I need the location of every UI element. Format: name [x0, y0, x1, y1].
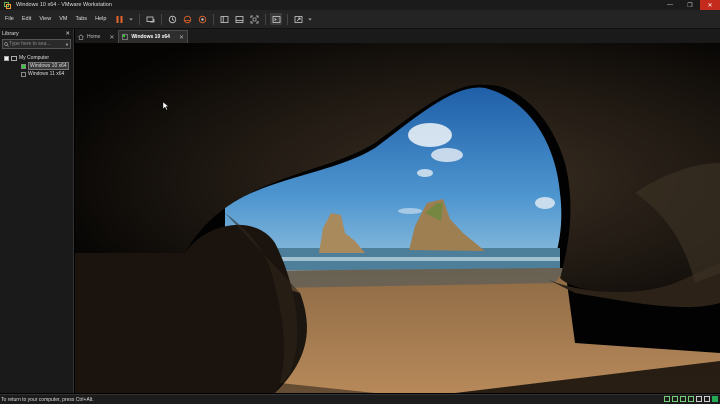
- revert-snapshot-icon: [183, 15, 192, 23]
- tab-windows-10[interactable]: Windows 10 x64 ✕: [118, 30, 188, 43]
- window-controls: — ❐ ✕: [660, 0, 720, 10]
- usb-icon[interactable]: [688, 396, 694, 402]
- toolbar-divider: [138, 13, 140, 25]
- tree-item-label: Windows 11 x64: [28, 71, 65, 77]
- tree-item-label: Windows 10 x64: [28, 62, 69, 70]
- tree-root-label: My Computer: [19, 55, 50, 61]
- tab-label: Home: [87, 34, 101, 40]
- cd-dvd-icon[interactable]: [672, 396, 678, 402]
- menu-edit[interactable]: Edit: [19, 16, 34, 22]
- snapshot-icon: [168, 15, 177, 23]
- library-view-icon: [220, 15, 229, 23]
- vm-tree: My Computer Windows 10 x64 Windows 11 x6…: [0, 54, 73, 78]
- console-view-button[interactable]: [270, 13, 283, 25]
- device-tray: [662, 396, 718, 402]
- unity-icon: [294, 15, 303, 23]
- status-bar: To return to your computer, press Ctrl+A…: [0, 394, 720, 404]
- library-close-button[interactable]: ✕: [65, 31, 70, 37]
- manage-snapshots-button[interactable]: [196, 13, 208, 25]
- library-search-input[interactable]: Type here to sea... ▼: [2, 39, 71, 49]
- revert-snapshot-button[interactable]: [181, 13, 193, 25]
- vm-icon: [21, 71, 26, 77]
- thumbnail-bar-button[interactable]: [233, 13, 245, 25]
- tab-close-button[interactable]: ✕: [109, 34, 114, 41]
- minimize-button[interactable]: —: [660, 0, 680, 10]
- pause-icon: [116, 15, 123, 23]
- library-header: Library ✕: [0, 29, 73, 38]
- network-adapter-icon[interactable]: [680, 396, 686, 402]
- menu-view[interactable]: View: [36, 16, 54, 22]
- chevron-down-icon[interactable]: ▼: [64, 42, 70, 47]
- collapse-toggle[interactable]: [4, 55, 9, 61]
- window-title: Windows 10 x64 - VMware Workstation: [16, 2, 112, 8]
- toolbar-divider: [286, 13, 288, 25]
- maximize-button[interactable]: ❐: [680, 0, 700, 10]
- pause-button[interactable]: [113, 13, 125, 25]
- display-icon[interactable]: [704, 396, 710, 402]
- full-screen-icon: [250, 15, 259, 23]
- menu-help[interactable]: Help: [92, 16, 109, 22]
- tree-item-windows-10[interactable]: Windows 10 x64: [0, 62, 73, 70]
- search-placeholder: Type here to sea...: [9, 41, 51, 47]
- tab-home[interactable]: Home ✕: [75, 31, 117, 43]
- title-bar: Windows 10 x64 - VMware Workstation — ❐ …: [0, 0, 720, 10]
- menu-vm[interactable]: VM: [56, 16, 70, 22]
- tree-root[interactable]: My Computer: [0, 54, 73, 62]
- snapshot-button[interactable]: [166, 13, 178, 25]
- unity-dropdown[interactable]: [307, 13, 313, 25]
- tab-close-button[interactable]: ✕: [179, 34, 184, 41]
- library-view-button[interactable]: [218, 13, 230, 25]
- chevron-down-icon: [308, 18, 313, 20]
- vm-running-icon: [21, 63, 26, 69]
- toolbar-divider: [212, 13, 214, 25]
- chevron-down-icon: [129, 18, 134, 20]
- send-ctrl-alt-del-icon: [146, 16, 155, 22]
- message-log-icon[interactable]: [712, 396, 718, 402]
- toolbar-divider: [160, 13, 162, 25]
- status-message: To return to your computer, press Ctrl+A…: [1, 397, 94, 403]
- sound-card-icon[interactable]: [696, 396, 702, 402]
- thumbnail-bar-icon: [235, 15, 244, 23]
- vmware-app-icon: [4, 1, 11, 9]
- menu-tabs[interactable]: Tabs: [72, 16, 90, 22]
- tree-item-windows-11[interactable]: Windows 11 x64: [0, 70, 73, 78]
- library-title: Library: [2, 30, 19, 37]
- unity-button[interactable]: [292, 13, 304, 25]
- close-button[interactable]: ✕: [700, 0, 720, 10]
- menu-toolbar-bar: File Edit View VM Tabs Help: [0, 10, 720, 29]
- library-panel: Library ✕ Type here to sea... ▼ My Compu…: [0, 29, 74, 393]
- hard-disk-icon[interactable]: [664, 396, 670, 402]
- manage-snapshots-icon: [198, 15, 207, 23]
- tab-label: Windows 10 x64: [131, 34, 170, 40]
- send-ctrl-alt-del-button[interactable]: [144, 13, 156, 25]
- vm-tab-icon: [122, 34, 129, 40]
- console-view-icon: [272, 15, 281, 23]
- full-screen-button[interactable]: [248, 13, 260, 25]
- toolbar-divider: [264, 13, 266, 25]
- menu-file[interactable]: File: [2, 16, 17, 22]
- power-dropdown[interactable]: [128, 13, 134, 25]
- home-icon: [78, 34, 84, 40]
- lock-screen-wallpaper: [75, 43, 720, 393]
- computer-icon: [11, 55, 17, 61]
- tab-bar: Home ✕ Windows 10 x64 ✕: [75, 29, 720, 43]
- vm-console-screen[interactable]: [75, 43, 720, 393]
